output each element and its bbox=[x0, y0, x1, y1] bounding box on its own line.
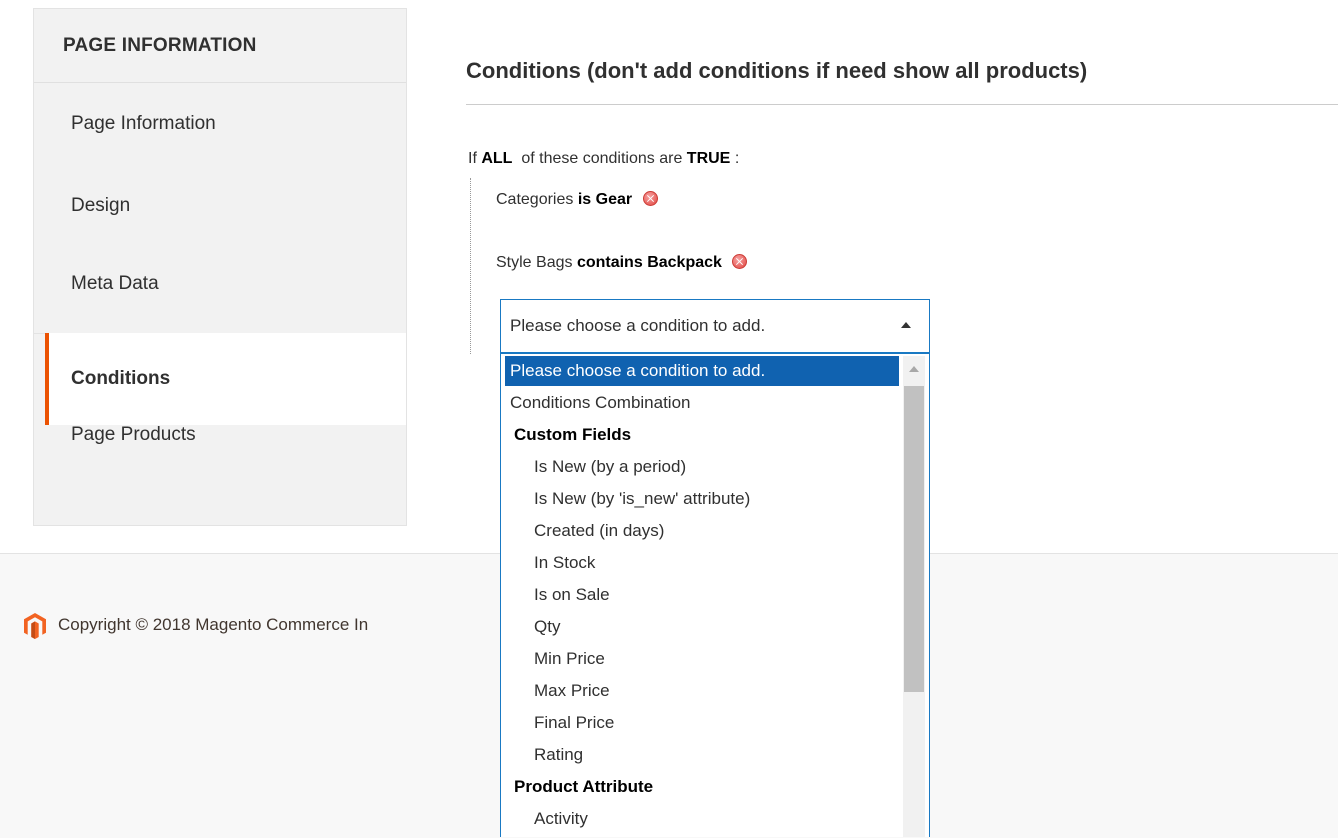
aggregator-toggle[interactable]: ALL bbox=[481, 150, 512, 167]
sidebar-item-page-products[interactable]: Page Products bbox=[34, 424, 406, 446]
condition-value[interactable]: Backpack bbox=[647, 254, 722, 271]
scrollbar-thumb[interactable] bbox=[904, 386, 924, 692]
rule-prefix: If bbox=[468, 150, 477, 167]
sidebar-nav: PAGE INFORMATION Page Information Design… bbox=[33, 8, 407, 526]
condition-attribute: Categories bbox=[496, 191, 574, 208]
dropdown-option[interactable]: Please choose a condition to add. bbox=[505, 356, 899, 386]
condition-attribute: Style Bags bbox=[496, 254, 573, 271]
caret-up-icon[interactable] bbox=[901, 322, 911, 328]
sidebar-item-meta-data[interactable]: Meta Data bbox=[34, 273, 406, 295]
dropdown-option[interactable]: Min Price bbox=[501, 643, 899, 675]
sidebar-item-label: Meta Data bbox=[71, 273, 159, 294]
conditions-tree-line bbox=[470, 178, 471, 354]
magento-logo-icon bbox=[24, 613, 46, 639]
add-condition-select[interactable]: Please choose a condition to add. bbox=[500, 299, 930, 353]
dropdown-option[interactable]: Max Price bbox=[501, 675, 899, 707]
sidebar-item-label: Design bbox=[71, 195, 131, 216]
remove-condition-icon[interactable] bbox=[642, 191, 658, 207]
dropdown-scrollbar[interactable] bbox=[903, 356, 925, 837]
sidebar-item-design[interactable]: Design bbox=[34, 195, 406, 217]
dropdown-option[interactable]: Activity bbox=[501, 803, 899, 835]
dropdown-option[interactable]: Is New (by 'is_new' attribute) bbox=[501, 483, 899, 515]
option-group-label: Custom Fields bbox=[514, 425, 632, 444]
sidebar-title: PAGE INFORMATION bbox=[34, 9, 406, 83]
sidebar-item-conditions[interactable]: Conditions bbox=[45, 333, 406, 425]
dropdown-option[interactable]: In Stock bbox=[501, 547, 899, 579]
sidebar-item-label: Conditions bbox=[71, 368, 171, 389]
copyright-text: Copyright © 2018 Magento Commerce In bbox=[58, 615, 369, 634]
condition-row: Categories is Gear bbox=[496, 191, 658, 209]
heading-divider bbox=[466, 104, 1338, 105]
section-heading: Conditions (don't add conditions if need… bbox=[466, 58, 1088, 83]
dropdown-option[interactable]: Qty bbox=[501, 611, 899, 643]
value-toggle[interactable]: TRUE bbox=[687, 150, 731, 167]
sidebar-item-label: Page Products bbox=[71, 424, 196, 445]
sidebar-item-page-information[interactable]: Page Information bbox=[34, 113, 406, 135]
condition-operator[interactable]: contains bbox=[577, 254, 643, 271]
dropdown-option[interactable]: Final Price bbox=[501, 707, 899, 739]
dropdown-option[interactable]: Rating bbox=[501, 739, 899, 771]
dropdown-option[interactable]: Is on Sale bbox=[501, 579, 899, 611]
condition-options-list[interactable]: Please choose a condition to add. Conditi… bbox=[500, 353, 930, 837]
dropdown-option[interactable]: Created (in days) bbox=[501, 515, 899, 547]
condition-operator[interactable]: is bbox=[578, 191, 591, 208]
sidebar-item-label: Page Information bbox=[71, 113, 216, 134]
rule-suffix: : bbox=[734, 150, 740, 167]
condition-row: Style Bags contains Backpack bbox=[496, 254, 748, 272]
dropdown-option[interactable]: Is New (by a period) bbox=[501, 451, 899, 483]
rule-aggregator-line: If ALL of these conditions are TRUE : bbox=[468, 150, 739, 168]
select-value: Please choose a condition to add. bbox=[510, 316, 766, 335]
option-group-label: Product Attribute bbox=[514, 777, 654, 796]
dropdown-option[interactable]: Conditions Combination bbox=[501, 387, 899, 419]
scroll-up-arrow-icon[interactable] bbox=[909, 366, 919, 372]
remove-condition-icon[interactable] bbox=[732, 254, 748, 270]
rule-middle-text: of these conditions are bbox=[521, 150, 683, 167]
condition-value[interactable]: Gear bbox=[596, 191, 632, 208]
